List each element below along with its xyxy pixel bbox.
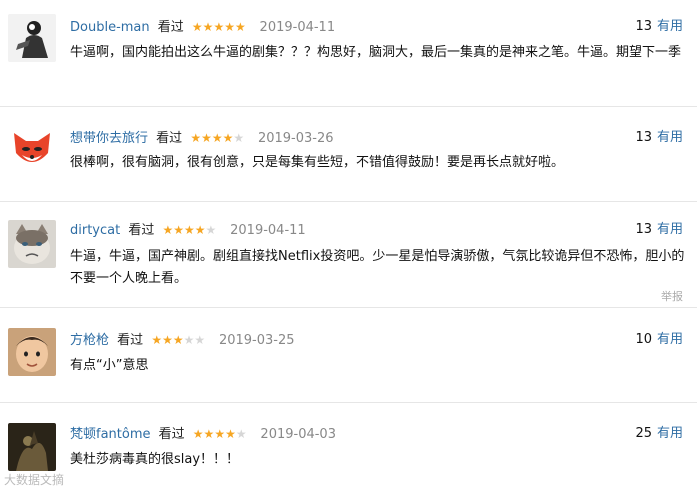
useful-count: 25 [635, 426, 652, 441]
user-avatar[interactable] [8, 328, 56, 376]
useful-count: 13 [635, 19, 652, 34]
useful-button[interactable]: 有用 [657, 426, 683, 441]
watermark-text: 大数据文摘 [4, 473, 65, 487]
user-name-link[interactable]: Double-man [70, 20, 150, 35]
review-date: 2019-04-11 [259, 20, 336, 35]
watch-status: 看过 [158, 427, 185, 442]
useful-button[interactable]: 有用 [657, 332, 683, 347]
review-item: 方枪枪 看过 ★★★★★ 2019-03-25 10 有用 有点“小”意思 [0, 308, 697, 402]
user-name-link[interactable]: 梵顿fantôme [70, 427, 151, 442]
review-date: 2019-04-11 [230, 223, 306, 238]
watch-status: 看过 [156, 131, 183, 146]
user-avatar[interactable] [8, 14, 56, 62]
review-text: 牛逼啊，国内能拍出这么牛逼的剧集？？？构思好，脑洞大，最后一集真的是神来之笔。牛… [70, 45, 682, 60]
useful-button[interactable]: 有用 [657, 19, 683, 34]
watch-status: 看过 [157, 20, 184, 35]
watch-status: 看过 [128, 223, 155, 238]
review-date: 2019-04-03 [260, 427, 336, 442]
rating-stars: ★★★★★ [191, 20, 246, 34]
review-item: 梵顿fantôme 看过 ★★★★★ 2019-04-03 25 有用 美杜莎病毒… [0, 403, 697, 492]
review-text: 牛逼，牛逼，国产神剧。剧组直接找Netflix投资吧。少一星是怕导演骄傲，气氛比… [70, 249, 685, 286]
user-name-link[interactable]: 方枪枪 [70, 333, 109, 348]
watch-status: 看过 [117, 333, 144, 348]
useful-button[interactable]: 有用 [657, 222, 683, 237]
review-item: dirtycat 看过 ★★★★★ 2019-04-11 13 有用 牛逼，牛逼，… [0, 202, 697, 307]
useful-button[interactable]: 有用 [657, 130, 683, 145]
rating-stars: ★★★★★ [192, 427, 247, 441]
review-text: 美杜莎病毒真的很slay！！！ [70, 452, 240, 467]
review-item: 想带你去旅行 看过 ★★★★★ 2019-03-26 13 有用 很棒啊，很有脑洞… [0, 107, 697, 201]
user-avatar[interactable] [8, 127, 56, 175]
user-avatar[interactable] [8, 220, 56, 268]
useful-count: 13 [635, 130, 652, 145]
user-avatar[interactable] [8, 423, 56, 471]
user-name-link[interactable]: 想带你去旅行 [70, 131, 148, 146]
report-link[interactable]: 举报 [661, 288, 683, 304]
review-date: 2019-03-26 [257, 131, 334, 146]
review-item: Double-man 看过 ★★★★★ 2019-04-11 13 有用 牛逼啊，… [0, 0, 697, 106]
useful-count: 10 [635, 332, 652, 347]
rating-stars: ★★★★★ [151, 333, 206, 347]
rating-stars: ★★★★★ [190, 131, 245, 145]
rating-stars: ★★★★★ [162, 223, 217, 237]
review-date: 2019-03-25 [218, 333, 295, 348]
review-text: 有点“小”意思 [70, 358, 149, 373]
useful-count: 13 [635, 222, 652, 237]
user-name-link[interactable]: dirtycat [70, 223, 120, 238]
review-text: 很棒啊，很有脑洞，很有创意，只是每集有些短，不错值得鼓励！要是再长点就好啦。 [70, 155, 565, 170]
